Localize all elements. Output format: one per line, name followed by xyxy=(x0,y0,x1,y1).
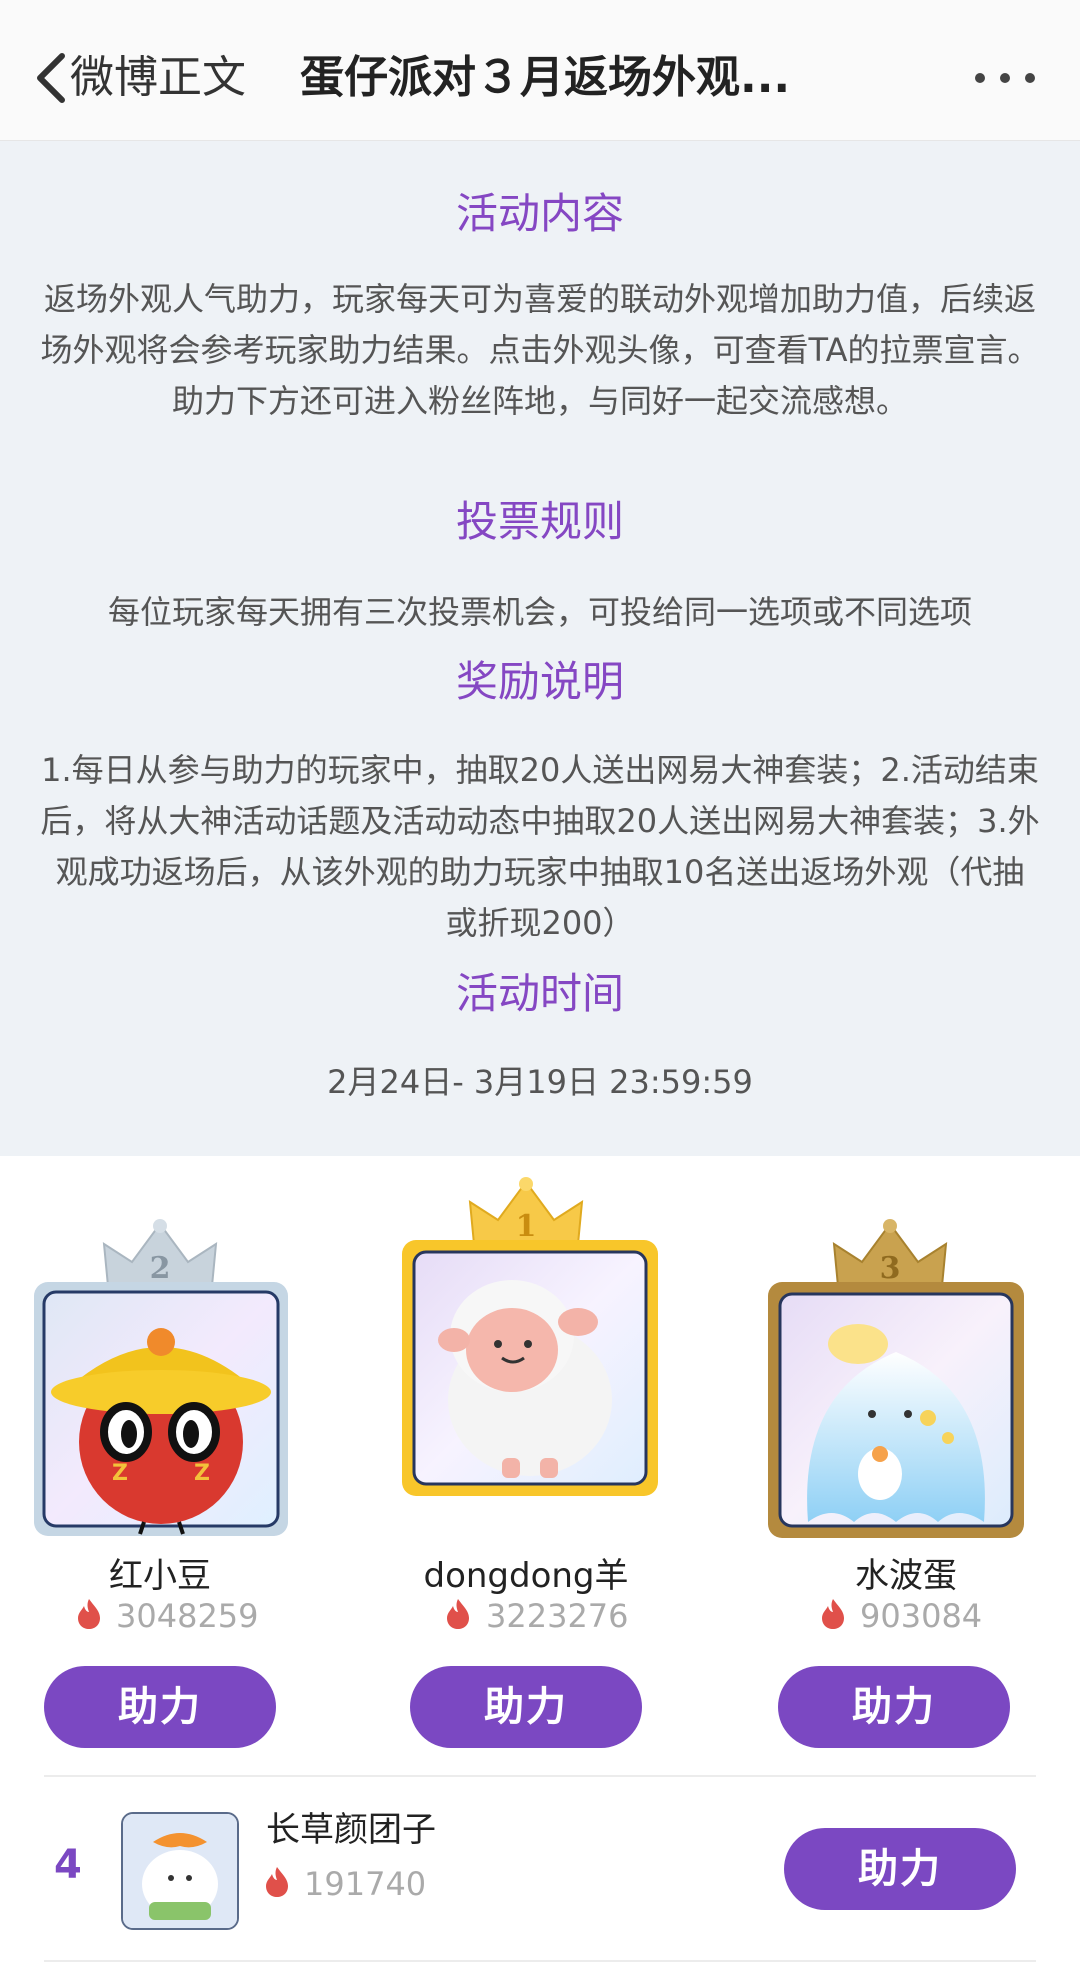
svg-text:3: 3 xyxy=(880,1251,901,1286)
support-button[interactable]: 助力 xyxy=(784,1828,1016,1910)
reward-title: 奖励说明 xyxy=(455,657,624,706)
content-text: 返场外观人气助力，玩家每天可为喜爱的联动外观增加助力值，后续返场外观将会参考玩家… xyxy=(40,280,1040,420)
podium-name: dongdong羊 xyxy=(423,1556,629,1596)
support-button[interactable]: 助力 xyxy=(778,1666,1010,1748)
divider xyxy=(44,1775,1036,1777)
time-title: 活动时间 xyxy=(455,969,624,1018)
bronze-crown-icon: 3 xyxy=(832,1219,948,1287)
avatar-grass-dumpling[interactable] xyxy=(121,1812,239,1930)
svg-text:Z: Z xyxy=(194,1461,210,1486)
silver-crown-icon: 2 xyxy=(102,1219,218,1287)
fire-icon xyxy=(447,1599,469,1629)
support-button[interactable]: 助力 xyxy=(410,1666,642,1748)
podium-score: 903084 xyxy=(860,1597,983,1635)
list-name: 长草颜团子 xyxy=(266,1810,436,1850)
fire-icon xyxy=(266,1867,288,1897)
rank-number: 4 xyxy=(54,1842,82,1888)
svg-text:Z: Z xyxy=(112,1461,128,1486)
fire-icon xyxy=(822,1599,844,1629)
avatar-red-bean[interactable]: Z Z xyxy=(34,1282,288,1536)
avatar-water-egg[interactable] xyxy=(768,1282,1024,1538)
svg-text:1: 1 xyxy=(516,1209,537,1244)
podium-name: 红小豆 xyxy=(109,1556,211,1596)
podium-name: 水波蛋 xyxy=(855,1556,957,1596)
reward-text: 1.每日从参与助力的玩家中，抽取20人送出网易大神套装；2.活动结束后，将从大神… xyxy=(40,751,1040,942)
back-label[interactable]: 微博正文 xyxy=(70,48,246,108)
time-text: 2月24日- 3月19日 23:59:59 xyxy=(327,1063,753,1101)
top-bar: 微博正文 蛋仔派对３月返场外观... xyxy=(0,0,1080,141)
avatar-dongdong-sheep[interactable] xyxy=(402,1240,658,1496)
podium-score: 3048259 xyxy=(116,1597,259,1635)
support-button[interactable]: 助力 xyxy=(44,1666,276,1748)
rules-title: 投票规则 xyxy=(455,497,624,546)
list-score: 191740 xyxy=(304,1865,427,1903)
content-title: 活动内容 xyxy=(455,189,624,238)
activity-info-panel: 活动内容 返场外观人气助力，玩家每天可为喜爱的联动外观增加助力值，后续返场外观将… xyxy=(0,141,1080,1156)
svg-text:2: 2 xyxy=(150,1251,171,1286)
divider xyxy=(44,1960,1036,1962)
podium-score: 3223276 xyxy=(486,1597,629,1635)
page-title: 蛋仔派对３月返场外观... xyxy=(300,52,791,103)
gold-crown-icon: 1 xyxy=(468,1177,584,1245)
fire-icon xyxy=(78,1599,100,1629)
more-options-icon[interactable] xyxy=(970,58,1040,98)
rules-text: 每位玩家每天拥有三次投票机会，可投给同一选项或不同选项 xyxy=(107,593,972,631)
